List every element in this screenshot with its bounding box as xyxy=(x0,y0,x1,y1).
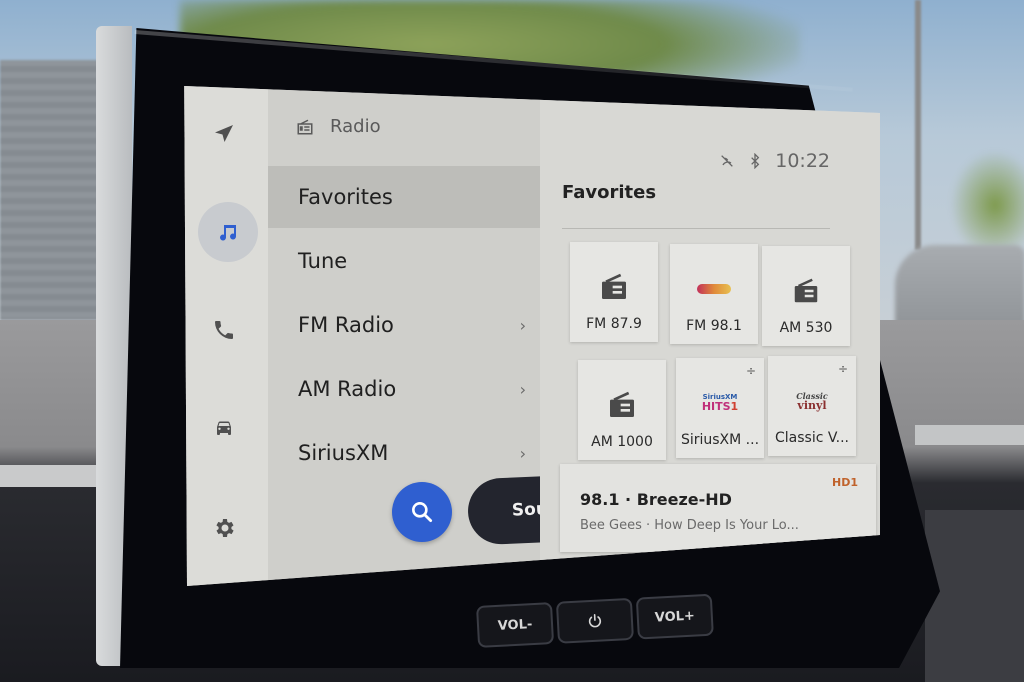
rail-item-vehicle[interactable] xyxy=(202,406,246,450)
divider xyxy=(562,228,830,229)
background-building xyxy=(0,60,105,320)
rail-item-phone[interactable] xyxy=(202,308,246,352)
menu-item-label: Favorites xyxy=(298,185,393,209)
radio-icon xyxy=(297,119,313,134)
now-playing-subtitle: Bee Gees · How Deep Is Your Lo... xyxy=(580,518,799,533)
music-note-icon xyxy=(220,225,237,241)
infotainment-screen: Radio Favorites Tune FM Radio › AM Radio… xyxy=(184,86,880,586)
chevron-right-icon: › xyxy=(519,315,526,335)
menu-item-label: FM Radio xyxy=(298,313,394,337)
navigation-arrow-icon xyxy=(215,125,233,142)
tile-label: FM 87.9 xyxy=(586,316,642,332)
chevron-right-icon: › xyxy=(519,379,526,399)
more-options-icon[interactable]: ÷ xyxy=(746,364,756,378)
radio-icon xyxy=(605,388,639,422)
volume-up-button[interactable]: VOL+ xyxy=(635,593,714,640)
hd-radio-badge: HD1 xyxy=(832,476,858,489)
chevron-right-icon: › xyxy=(519,443,526,463)
dashboard-lower-right xyxy=(925,510,1024,682)
menu-item-am-radio[interactable]: AM Radio › xyxy=(268,358,540,420)
tile-label: AM 1000 xyxy=(591,434,653,450)
status-bar: 10:22 xyxy=(719,150,830,172)
menu-item-tune[interactable]: Tune xyxy=(268,230,540,292)
station-logo xyxy=(697,272,731,306)
phone-icon xyxy=(215,321,233,339)
dashboard-trim-left xyxy=(0,465,100,487)
favorite-tile-siriusxm-hits1[interactable]: ÷ SiriusXM HITS1 SiriusXM ... xyxy=(676,358,764,458)
rail-item-media[interactable] xyxy=(198,202,258,262)
radio-icon xyxy=(789,274,823,308)
classic-vinyl-logo: Classic vinyl xyxy=(796,390,828,412)
gear-icon xyxy=(216,519,234,537)
dashboard-trim-right xyxy=(915,425,1024,445)
menu-header-title: Radio xyxy=(330,116,381,137)
favorite-tile-fm-98-1[interactable]: FM 98.1 xyxy=(670,244,758,344)
car-icon xyxy=(217,421,231,435)
background-tree-right xyxy=(950,150,1024,260)
favorite-tile-classic-vinyl[interactable]: ÷ Classic vinyl Classic V... xyxy=(768,356,856,456)
tile-label: FM 98.1 xyxy=(686,318,742,334)
menu-item-fm-radio[interactable]: FM Radio › xyxy=(268,294,540,356)
menu-header: Radio xyxy=(296,116,381,137)
volume-down-button[interactable]: VOL- xyxy=(476,602,555,648)
tile-label: Classic V... xyxy=(775,430,849,446)
favorite-tile-am-1000[interactable]: AM 1000 xyxy=(578,360,666,460)
more-options-icon[interactable]: ÷ xyxy=(838,362,848,376)
rail-item-navigation[interactable] xyxy=(202,112,246,156)
radio-icon xyxy=(597,270,631,304)
rail-item-settings[interactable] xyxy=(202,506,246,550)
tile-label: SiriusXM ... xyxy=(680,432,760,448)
favorites-title: Favorites xyxy=(562,182,657,203)
power-icon xyxy=(588,614,602,628)
background-utility-pole xyxy=(915,0,921,250)
menu-item-label: AM Radio xyxy=(298,377,397,401)
now-playing-title: 98.1 · Breeze-HD xyxy=(580,490,732,509)
siriusxm-hits1-logo: SiriusXM HITS1 xyxy=(701,393,739,413)
menu-item-siriusxm[interactable]: SiriusXM › xyxy=(268,422,540,484)
no-signal-icon xyxy=(721,155,734,167)
menu-item-label: Tune xyxy=(298,249,348,273)
app-rail xyxy=(184,86,268,586)
search-icon xyxy=(412,502,433,523)
radio-menu-panel: Radio Favorites Tune FM Radio › AM Radio… xyxy=(268,86,634,586)
menu-item-label: SiriusXM xyxy=(298,441,389,465)
tile-label: AM 530 xyxy=(779,320,833,336)
search-button[interactable] xyxy=(392,482,452,542)
favorite-tile-am-530[interactable]: AM 530 xyxy=(762,246,850,346)
menu-item-favorites[interactable]: Favorites xyxy=(268,166,540,228)
favorites-panel: 10:22 Favorites FM 87.9 FM 98.1 AM 530 A… xyxy=(540,86,880,586)
bluetooth-icon xyxy=(751,153,760,169)
favorite-tile-fm-87-9[interactable]: FM 87.9 xyxy=(570,242,658,342)
power-button[interactable] xyxy=(555,597,634,644)
clock: 10:22 xyxy=(775,150,830,172)
